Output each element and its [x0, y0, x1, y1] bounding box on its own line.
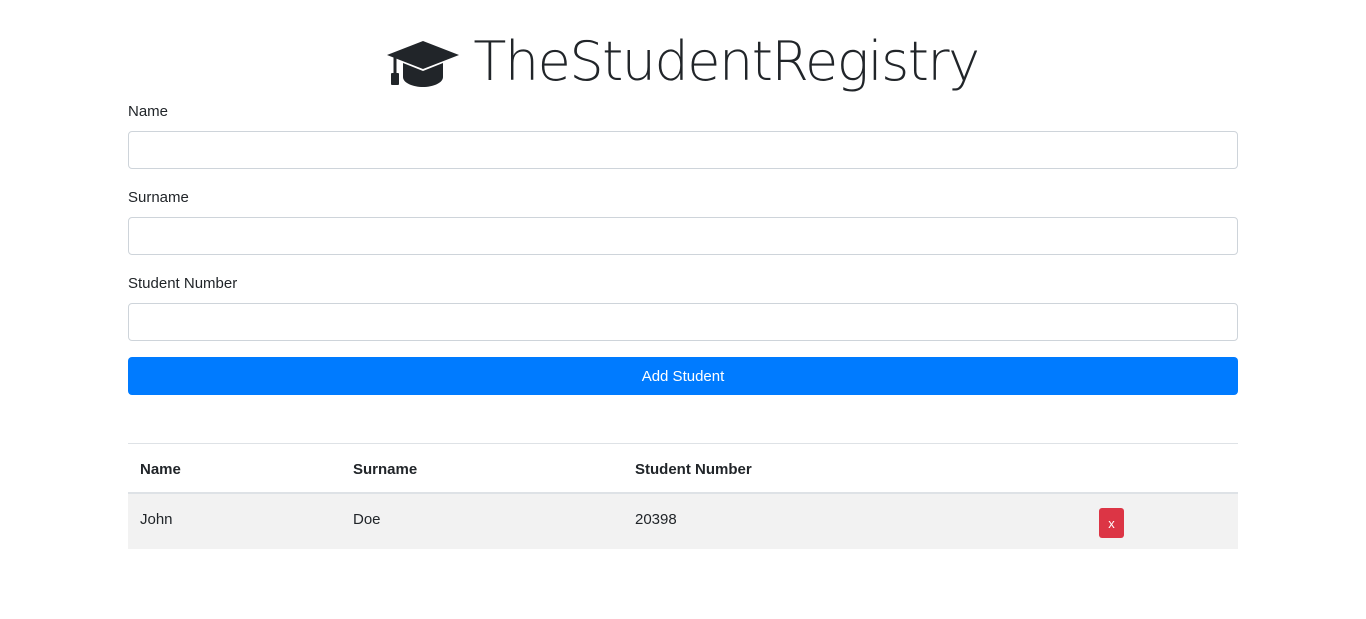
student-number-label: Student Number [128, 275, 238, 292]
name-label: Name [128, 103, 169, 120]
graduation-cap-icon [387, 41, 460, 87]
cell-student-number: 20398 [635, 511, 677, 528]
add-student-button[interactable]: Add Student [128, 357, 1238, 395]
table-row: John Doe 20398 x [128, 494, 1238, 549]
page: TheStudentRegistry Name Surname Student … [0, 0, 1366, 619]
app-header: TheStudentRegistry [0, 26, 1366, 98]
column-header-surname: Surname [353, 461, 418, 478]
column-header-student-number: Student Number [635, 461, 752, 478]
surname-input[interactable] [128, 217, 1238, 255]
cell-name: John [140, 511, 173, 528]
surname-label: Surname [128, 189, 189, 206]
app-title: TheStudentRegistry [473, 30, 980, 93]
delete-student-button[interactable]: x [1099, 508, 1124, 538]
name-input[interactable] [128, 131, 1238, 169]
column-header-name: Name [140, 461, 181, 478]
students-table: Name Surname Student Number John Doe 203… [128, 443, 1238, 549]
table-header: Name Surname Student Number [128, 444, 1238, 494]
student-number-input[interactable] [128, 303, 1238, 341]
cell-surname: Doe [353, 511, 381, 528]
